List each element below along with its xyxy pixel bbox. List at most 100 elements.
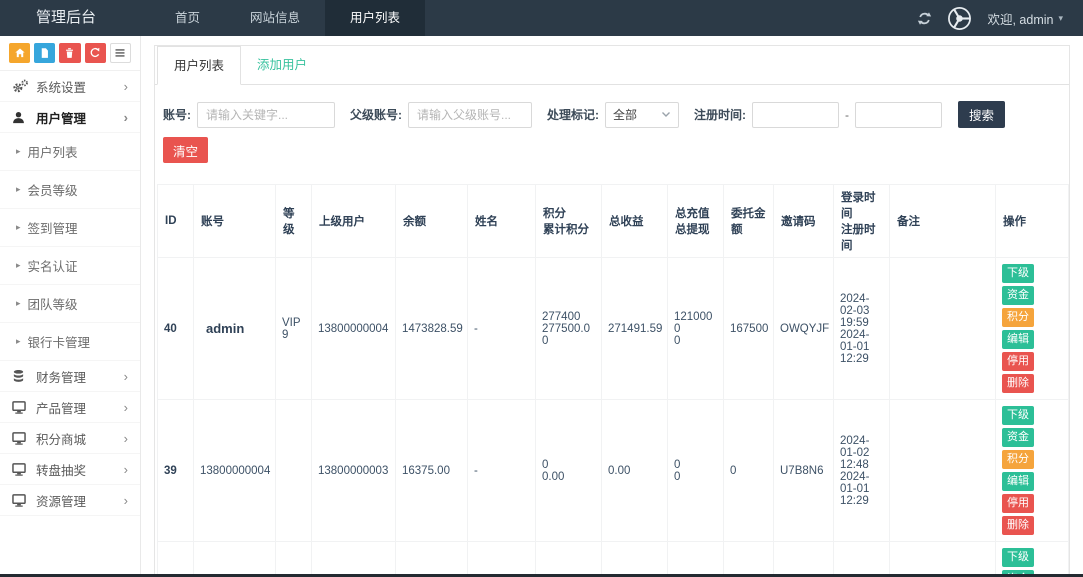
regtime-start-input[interactable] <box>752 102 839 128</box>
search-button[interactable]: 搜索 <box>958 101 1005 128</box>
tab-add-user[interactable]: 添加用户 <box>241 46 323 84</box>
triangle-right-icon: ▸ <box>16 336 21 347</box>
cell-name: - <box>468 400 536 542</box>
table-row: 3813800000003138000000028225.00-0 0.000.… <box>158 542 1069 577</box>
sidebar-item-label: 积分商城 <box>36 429 86 448</box>
recycle-icon[interactable] <box>85 43 106 63</box>
trash-icon[interactable] <box>59 43 80 63</box>
sidebar-group-item-12[interactable]: 资源管理› <box>0 485 140 516</box>
tab-user-list[interactable]: 用户列表 <box>157 46 241 85</box>
cell-balance: 16375.00 <box>396 400 468 542</box>
cell-account: admin <box>194 258 276 400</box>
action-buttons: 下级资金积分编辑停用删除 <box>1002 406 1062 535</box>
cell-parent: 13800000003 <box>312 400 396 542</box>
sidebar-group-item-0[interactable]: 系统设置 › <box>0 71 140 102</box>
sidebar-sub-item-5[interactable]: ▸实名认证 <box>0 247 140 285</box>
clear-button[interactable]: 清空 <box>163 137 208 163</box>
chevron-right-icon: › <box>124 110 128 125</box>
cell-actions: 下级资金积分编辑停用删除 <box>996 542 1069 577</box>
cell-balance: 8225.00 <box>396 542 468 577</box>
top-navbar: 管理后台 首页 网站信息 用户列表 <box>0 0 1083 36</box>
cell-invite: U7B8N6 <box>774 400 834 542</box>
sidebar-group-item-8[interactable]: 财务管理› <box>0 361 140 392</box>
sidebar-sub-item-3[interactable]: ▸ 会员等级 <box>0 171 140 209</box>
action-button-资金[interactable]: 资金 <box>1002 428 1034 447</box>
cell-balance: 1473828.59 <box>396 258 468 400</box>
nav-item-site-info[interactable]: 网站信息 <box>225 0 325 36</box>
cell-points: 0 0.00 <box>536 542 602 577</box>
action-button-下级[interactable]: 下级 <box>1002 406 1034 425</box>
home-icon[interactable] <box>9 43 30 63</box>
cell-account: 13800000003 <box>194 542 276 577</box>
sidebar-sub-item-7[interactable]: ▸银行卡管理 <box>0 323 140 361</box>
cell-time: 2024-01-02 12:49 2024-01-01 12:28 <box>834 542 890 577</box>
triangle-right-icon: ▸ <box>16 146 21 157</box>
col-header-12: 备注 <box>890 185 996 258</box>
chevron-right-icon: › <box>124 79 128 94</box>
cell-income: 271491.59 <box>602 258 668 400</box>
menu-list-icon[interactable] <box>110 43 131 63</box>
monitor-icon <box>12 463 36 476</box>
sidebar-group-item-9[interactable]: 产品管理› <box>0 392 140 423</box>
action-button-下级[interactable]: 下级 <box>1002 264 1034 283</box>
account-label: 账号: <box>163 106 191 123</box>
refresh-icon[interactable] <box>917 11 932 26</box>
action-button-资金[interactable]: 资金 <box>1002 286 1034 305</box>
action-button-编辑[interactable]: 编辑 <box>1002 330 1034 349</box>
chevron-right-icon: › <box>124 369 128 384</box>
sidebar-item-label: 团队等级 <box>28 294 78 313</box>
chevron-right-icon: › <box>124 462 128 477</box>
action-button-积分[interactable]: 积分 <box>1002 308 1034 327</box>
sidebar-menu: 系统设置›用户管理›▸用户列表▸会员等级▸签到管理▸实名认证▸团队等级▸银行卡管… <box>0 71 140 516</box>
sidebar: 系统设置›用户管理›▸用户列表▸会员等级▸签到管理▸实名认证▸团队等级▸银行卡管… <box>0 36 141 577</box>
table-row: 40adminVIP9138000000041473828.59-277400 … <box>158 258 1069 400</box>
nav-item-home[interactable]: 首页 <box>150 0 225 36</box>
parent-account-label: 父级账号: <box>350 106 402 123</box>
sidebar-item-label: 用户列表 <box>28 142 78 161</box>
chevron-right-icon: › <box>124 493 128 508</box>
action-button-删除[interactable]: 删除 <box>1002 374 1034 393</box>
action-button-下级[interactable]: 下级 <box>1002 548 1034 567</box>
cell-remark <box>890 258 996 400</box>
sidebar-group-item-11[interactable]: 转盘抽奖› <box>0 454 140 485</box>
sidebar-item-label: 会员等级 <box>28 180 78 199</box>
col-header-5: 姓名 <box>468 185 536 258</box>
monitor-icon <box>12 494 36 507</box>
action-button-停用[interactable]: 停用 <box>1002 494 1034 513</box>
action-buttons: 下级资金积分编辑停用删除 <box>1002 548 1062 577</box>
action-button-停用[interactable]: 停用 <box>1002 352 1034 371</box>
regtime-label: 注册时间: <box>694 106 746 123</box>
nav-item-user-list[interactable]: 用户列表 <box>325 0 425 36</box>
chevron-down-icon <box>661 111 671 118</box>
cell-income: 0.00 <box>602 400 668 542</box>
mark-select[interactable]: 全部 <box>605 102 679 128</box>
sidebar-item-label: 系统设置 <box>36 77 86 96</box>
sidebar-group-item-1[interactable]: 用户管理› <box>0 102 140 133</box>
account-input[interactable] <box>197 102 335 128</box>
database-icon <box>12 369 36 383</box>
sidebar-sub-item-4[interactable]: ▸签到管理 <box>0 209 140 247</box>
sidebar-group-item-10[interactable]: 积分商城› <box>0 423 140 454</box>
regtime-end-input[interactable] <box>855 102 942 128</box>
welcome-dropdown[interactable]: 欢迎, admin ▾ <box>987 9 1063 28</box>
cell-remark <box>890 542 996 577</box>
sidebar-sub-item-2[interactable]: ▸ 用户列表 <box>0 133 140 171</box>
cell-parent: 13800000002 <box>312 542 396 577</box>
mark-select-value: 全部 <box>613 106 637 123</box>
sidebar-sub-item-6[interactable]: ▸团队等级 <box>0 285 140 323</box>
sidebar-item-label: 产品管理 <box>36 398 86 417</box>
triangle-right-icon: ▸ <box>16 184 21 195</box>
cell-time: 2024-01-02 12:48 2024-01-01 12:29 <box>834 400 890 542</box>
action-button-删除[interactable]: 删除 <box>1002 516 1034 535</box>
file-icon[interactable] <box>34 43 55 63</box>
col-header-9: 委托金额 <box>724 185 774 258</box>
avatar[interactable] <box>947 6 972 31</box>
cell-account: 13800000004 <box>194 400 276 542</box>
action-button-编辑[interactable]: 编辑 <box>1002 472 1034 491</box>
parent-account-input[interactable] <box>408 102 532 128</box>
app-root: 管理后台 首页 网站信息 用户列表 <box>0 0 1083 577</box>
cell-points: 0 0.00 <box>536 400 602 542</box>
col-header-2: 等级 <box>276 185 312 258</box>
action-button-积分[interactable]: 积分 <box>1002 450 1034 469</box>
cell-commission: 0 <box>724 400 774 542</box>
